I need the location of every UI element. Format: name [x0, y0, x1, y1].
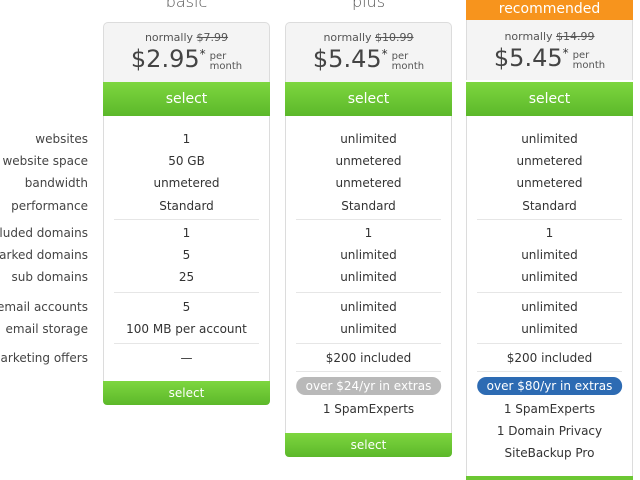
sub-domains-value: unlimited: [340, 270, 397, 284]
feature-list: 1 50 GB unmetered Standard 1 5 25 5 100 …: [103, 116, 270, 381]
label-bandwidth: bandwidth: [24, 176, 88, 190]
website-space-value: 50 GB: [168, 154, 205, 168]
price-period: per month: [392, 52, 424, 72]
websites-value: unlimited: [340, 132, 397, 146]
label-parked-domains: parked domains: [0, 248, 88, 262]
included-domains-value: 1: [545, 226, 554, 240]
parked-domains-value: unlimited: [340, 248, 397, 262]
price-period: per month: [573, 51, 605, 71]
performance-value: Standard: [341, 199, 396, 213]
email-accounts-value: 5: [182, 300, 191, 314]
select-button[interactable]: select: [285, 82, 452, 116]
email-storage-value: unlimited: [340, 322, 397, 336]
extras-badge: over $80/yr in extras: [476, 377, 623, 395]
price-amount: $2.95: [130, 45, 200, 73]
included-domains-value: 1: [364, 226, 373, 240]
divider: [477, 343, 622, 344]
extra-item: SiteBackup Pro: [504, 446, 595, 460]
current-price: $5.45* per month: [286, 45, 451, 73]
label-performance: performance: [11, 199, 88, 213]
plan-recommended: recommended normally $14.99 $5.45* per mon…: [466, 0, 633, 480]
websites-value: 1: [182, 132, 191, 146]
normally-label: normally: [504, 30, 553, 43]
bandwidth-value: unmetered: [335, 176, 402, 190]
label-website-space: website space: [2, 154, 88, 168]
period-label: month: [391, 61, 425, 72]
period-label: month: [209, 61, 243, 72]
divider: [296, 292, 441, 293]
feature-list: unlimited unmetered unmetered Standard 1…: [285, 116, 452, 433]
divider: [296, 343, 441, 344]
divider: [114, 292, 259, 293]
extra-item: 1 SpamExperts: [503, 402, 596, 416]
price-asterisk: *: [381, 47, 388, 61]
plan-name: basic: [165, 0, 208, 11]
plan-name: plus: [351, 0, 386, 11]
feature-list: unlimited unmetered unmetered Standard 1…: [466, 116, 633, 476]
label-included-domains: included domains: [0, 226, 88, 240]
bandwidth-value: unmetered: [516, 176, 583, 190]
sub-domains-value: 25: [178, 270, 195, 284]
normally-label: normally: [323, 31, 372, 44]
marketing-offers-value: $200 included: [325, 351, 412, 365]
old-price: $7.99: [196, 31, 229, 44]
parked-domains-value: unlimited: [521, 248, 578, 262]
website-space-value: unmetered: [516, 154, 583, 168]
price-asterisk: *: [562, 46, 569, 60]
current-price: $5.45* per month: [467, 44, 632, 72]
bandwidth-value: unmetered: [153, 176, 220, 190]
price-period: per month: [210, 52, 242, 72]
included-domains-value: 1: [182, 226, 191, 240]
bottom-select-button-edge[interactable]: [466, 476, 633, 480]
email-storage-value: 100 MB per account: [126, 322, 247, 336]
parked-domains-value: 5: [182, 248, 191, 262]
price-box: normally $7.99 $2.95* per month: [103, 22, 270, 82]
label-marketing-offers: marketing offers: [0, 351, 88, 365]
old-price: $14.99: [556, 30, 595, 43]
extra-item: 1 Domain Privacy: [496, 424, 603, 438]
marketing-offers-value: —: [180, 351, 193, 365]
performance-value: Standard: [159, 199, 214, 213]
plan-basic: basic normally $7.99 $2.95* per month sele…: [103, 0, 270, 480]
bottom-select-button[interactable]: select: [285, 433, 452, 457]
divider: [477, 371, 622, 372]
select-button[interactable]: select: [466, 82, 633, 116]
sub-domains-value: unlimited: [521, 270, 578, 284]
divider: [296, 219, 441, 220]
extras-badge: over $24/yr in extras: [295, 377, 442, 395]
label-websites: websites: [35, 132, 88, 146]
email-accounts-value: unlimited: [340, 300, 397, 314]
price-box: normally $10.99 $5.45* per month: [285, 22, 452, 82]
period-label: month: [572, 60, 606, 71]
websites-value: unlimited: [521, 132, 578, 146]
current-price: $2.95* per month: [104, 45, 269, 73]
plan-plus: plus normally $10.99 $5.45* per month sele…: [285, 0, 452, 480]
price-box: normally $14.99 $5.45* per month: [466, 20, 633, 80]
performance-value: Standard: [522, 199, 577, 213]
price-asterisk: *: [199, 47, 206, 61]
email-storage-value: unlimited: [521, 322, 578, 336]
normal-price: normally $14.99: [467, 30, 632, 43]
old-price: $10.99: [375, 31, 414, 44]
select-button[interactable]: select: [103, 82, 270, 116]
email-accounts-value: unlimited: [521, 300, 578, 314]
divider: [477, 219, 622, 220]
label-email-storage: email storage: [5, 322, 89, 336]
recommended-ribbon: recommended: [466, 0, 633, 20]
price-amount: $5.45: [312, 45, 382, 73]
normally-label: normally: [144, 31, 194, 44]
divider: [296, 371, 441, 372]
divider: [477, 292, 622, 293]
divider: [114, 219, 259, 220]
label-sub-domains: sub domains: [11, 270, 88, 284]
normal-price: normally $7.99: [104, 31, 269, 44]
marketing-offers-value: $200 included: [506, 351, 593, 365]
price-amount: $5.45: [493, 44, 563, 72]
normal-price: normally $10.99: [286, 31, 451, 44]
extra-item: 1 SpamExperts: [322, 402, 415, 416]
bottom-select-button[interactable]: select: [103, 381, 270, 405]
divider: [114, 343, 259, 344]
website-space-value: unmetered: [335, 154, 402, 168]
label-email-accounts: email accounts: [0, 300, 88, 314]
